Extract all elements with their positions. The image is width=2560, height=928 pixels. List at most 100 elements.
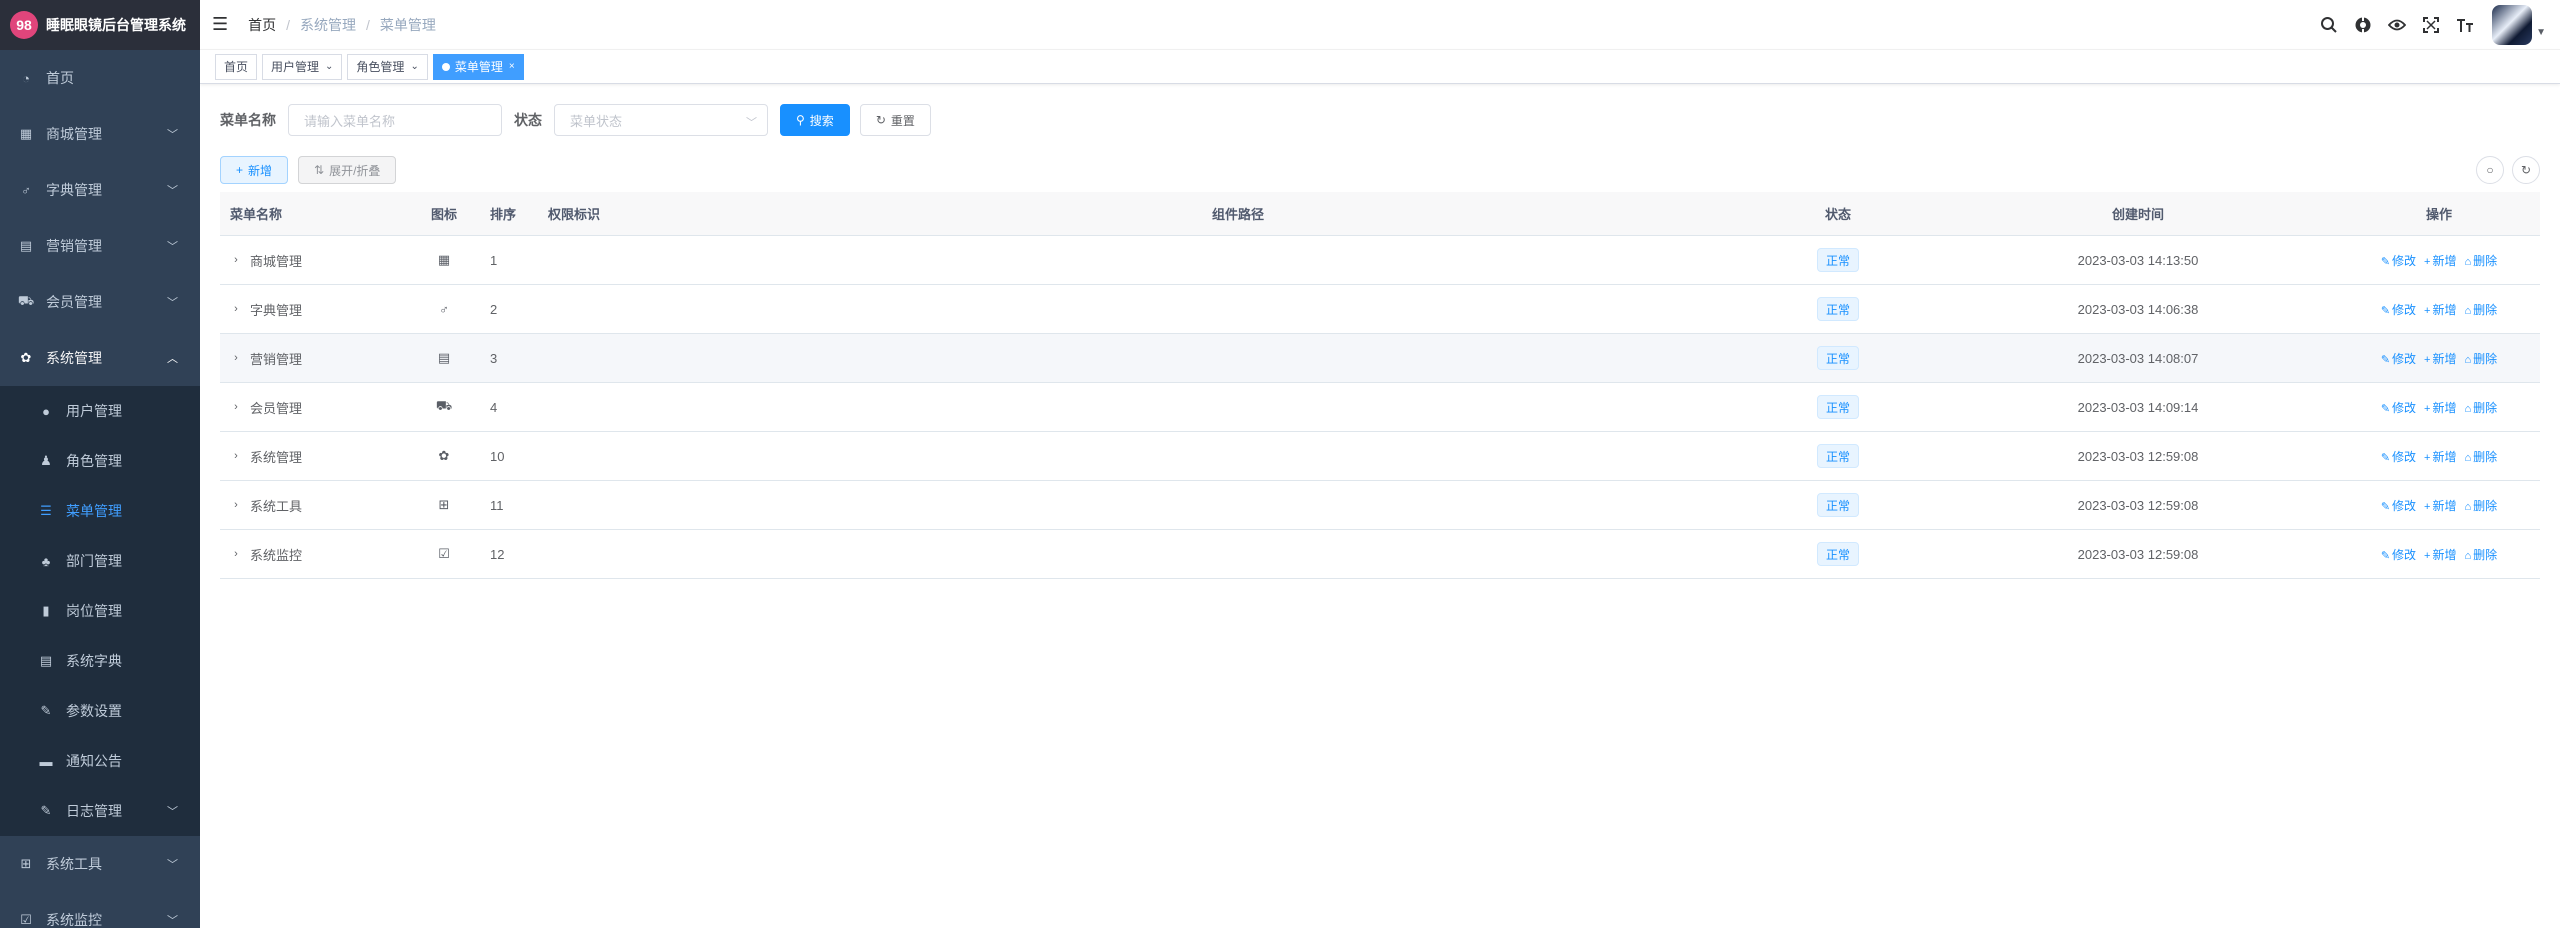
breadcrumb-current: 菜单管理 xyxy=(379,16,436,33)
delete-button[interactable]: ⌂ 删除 xyxy=(2465,448,2498,465)
chevron-right-icon[interactable]: › xyxy=(230,450,242,462)
edit-button[interactable]: ✎ 修改 xyxy=(2381,399,2416,416)
hamburger-icon[interactable]: ☰ xyxy=(212,14,228,35)
edit-button[interactable]: ✎ 修改 xyxy=(2381,350,2416,367)
github-icon[interactable] xyxy=(2346,8,2380,42)
bus-icon: ⛟ xyxy=(17,293,35,308)
breadcrumb-system: 系统管理 xyxy=(300,16,357,33)
add-button[interactable]: + 新增 xyxy=(220,156,289,184)
edit-button-label: 修改 xyxy=(2392,449,2417,464)
add-child-button[interactable]: + 新增 xyxy=(2424,350,2456,367)
chevron-down-icon[interactable]: ⌄ xyxy=(325,55,333,79)
delete-button-label: 删除 xyxy=(2473,498,2498,513)
bus-icon: ⛟ xyxy=(435,398,453,413)
close-icon[interactable]: × xyxy=(509,55,515,79)
font-size-icon[interactable] xyxy=(2448,8,2482,42)
chevron-right-icon[interactable]: › xyxy=(230,401,242,413)
add-child-button[interactable]: + 新增 xyxy=(2424,546,2456,563)
status-select[interactable]: 菜单状态 ﹀ xyxy=(554,104,768,136)
main-area: ☰ 首页 / 系统管理 / 菜单管理 ▼ 首页 用户管理 ⌄ 角色管理 ⌄ 菜单… xyxy=(200,0,2560,928)
chevron-right-icon[interactable]: › xyxy=(230,254,242,266)
menu-name-input[interactable]: 请输入菜单名称 xyxy=(288,104,502,136)
page-content: 菜单名称 请输入菜单名称 状态 菜单状态 ﹀ ⚲ 搜索 ↻ 重置 + 新增 ⇅ … xyxy=(200,84,2560,579)
edit-button[interactable]: ✎ 修改 xyxy=(2381,497,2416,514)
add-child-button[interactable]: + 新增 xyxy=(2424,301,2456,318)
delete-button[interactable]: ⌂ 删除 xyxy=(2465,546,2498,563)
cell-operations: ✎ 修改 + 新增 ⌂ 删除 xyxy=(2338,350,2540,367)
chevron-right-icon[interactable]: › xyxy=(230,352,242,364)
reset-button[interactable]: ↻ 重置 xyxy=(859,104,931,136)
sidebar-item[interactable]: ✿ 系统管理 ︿ xyxy=(0,330,200,386)
add-child-button[interactable]: + 新增 xyxy=(2424,252,2456,269)
cell-status: 正常 xyxy=(1738,542,1938,566)
dashboard-icon: ◔ xyxy=(22,70,30,86)
chevron-right-icon[interactable]: › xyxy=(230,303,242,315)
add-child-button[interactable]: + 新增 xyxy=(2424,448,2456,465)
eye-icon[interactable] xyxy=(2380,8,2414,42)
delete-button[interactable]: ⌂ 删除 xyxy=(2465,252,2498,269)
sidebar-item[interactable]: ⊞ 系统工具 ﹀ xyxy=(0,836,200,892)
sidebar-item[interactable]: ☑ 系统监控 ﹀ xyxy=(0,892,200,928)
trash-icon: ⌂ xyxy=(2464,500,2472,513)
search-button[interactable]: ⚲ 搜索 xyxy=(780,104,850,136)
refresh-button[interactable]: ↻ xyxy=(2512,156,2540,184)
breadcrumb-home[interactable]: 首页 xyxy=(248,15,276,35)
sidebar-item[interactable]: ◔ 首页 xyxy=(0,50,200,106)
sidebar-item[interactable]: ▤ 营销管理 ﹀ xyxy=(0,218,200,274)
tag-label: 菜单管理 xyxy=(454,59,503,74)
tag-view-item[interactable]: 菜单管理 × xyxy=(432,53,524,80)
logo-mark: 98 xyxy=(10,11,38,39)
sidebar-item-label: 系统工具 xyxy=(46,856,102,872)
search-form: 菜单名称 请输入菜单名称 状态 菜单状态 ﹀ ⚲ 搜索 ↻ 重置 xyxy=(220,104,2540,136)
sidebar-item[interactable]: ♂ 字典管理 ﹀ xyxy=(0,162,200,218)
sidebar-item[interactable]: ✎ 参数设置 xyxy=(0,686,200,736)
tool-icon: ⊞ xyxy=(20,856,32,871)
cell-icon: ▤ xyxy=(408,350,480,366)
delete-button[interactable]: ⌂ 删除 xyxy=(2465,399,2498,416)
header-order: 排序 xyxy=(490,207,517,222)
edit-icon: ✎ xyxy=(2380,451,2391,464)
add-child-button-label: 新增 xyxy=(2432,547,2457,562)
chevron-down-icon[interactable]: ⌄ xyxy=(410,55,418,79)
people-icon: ♟ xyxy=(40,453,52,468)
delete-button[interactable]: ⌂ 删除 xyxy=(2465,301,2498,318)
avatar[interactable] xyxy=(2492,5,2533,45)
tree-table-icon: ☰ xyxy=(40,503,52,518)
sidebar-item[interactable]: ▬ 通知公告 xyxy=(0,736,200,786)
edit-button[interactable]: ✎ 修改 xyxy=(2381,546,2416,563)
cell-order: 2 xyxy=(490,301,498,317)
caret-down-icon[interactable]: ▼ xyxy=(2536,27,2546,38)
sidebar-item[interactable]: ♟ 角色管理 xyxy=(0,436,200,486)
delete-button[interactable]: ⌂ 删除 xyxy=(2465,497,2498,514)
add-child-button[interactable]: + 新增 xyxy=(2424,497,2456,514)
chevron-right-icon[interactable]: › xyxy=(230,548,242,560)
sidebar-item[interactable]: ☰ 菜单管理 xyxy=(0,486,200,536)
tag-view-item[interactable]: 用户管理 ⌄ xyxy=(262,53,343,80)
sidebar-item-label: 菜单管理 xyxy=(66,503,122,519)
edit-button[interactable]: ✎ 修改 xyxy=(2381,252,2416,269)
logo[interactable]: 98 睡眠眼镜后台管理系统 xyxy=(0,0,200,50)
toggle-search-button[interactable]: ○ xyxy=(2476,156,2504,184)
tag-view-item[interactable]: 角色管理 ⌄ xyxy=(347,53,428,80)
grid-icon: ▦ xyxy=(437,252,451,267)
edit-button[interactable]: ✎ 修改 xyxy=(2381,301,2416,318)
menu-name: 营销管理 xyxy=(250,351,303,367)
tag-view-item[interactable]: 首页 xyxy=(215,53,258,80)
sidebar-item[interactable]: ▦ 商城管理 ﹀ xyxy=(0,106,200,162)
search-icon[interactable] xyxy=(2312,8,2346,42)
sidebar-item-label: 通知公告 xyxy=(66,753,122,769)
sidebar-item[interactable]: ⛟ 会员管理 ﹀ xyxy=(0,274,200,330)
sidebar-item[interactable]: ● 用户管理 xyxy=(0,386,200,436)
chevron-right-icon[interactable]: › xyxy=(230,499,242,511)
sidebar-item[interactable]: ♣ 部门管理 xyxy=(0,536,200,586)
edit-button[interactable]: ✎ 修改 xyxy=(2381,448,2416,465)
fullscreen-icon[interactable] xyxy=(2414,8,2448,42)
sidebar-item[interactable]: ▤ 系统字典 xyxy=(0,636,200,686)
add-child-button[interactable]: + 新增 xyxy=(2424,399,2456,416)
expand-collapse-button[interactable]: ⇅ 展开/折叠 xyxy=(298,156,397,184)
sidebar-item[interactable]: ✎ 日志管理 ﹀ xyxy=(0,786,200,836)
sidebar-item[interactable]: ▮ 岗位管理 xyxy=(0,586,200,636)
delete-button[interactable]: ⌂ 删除 xyxy=(2465,350,2498,367)
plus-icon: + xyxy=(2424,500,2431,513)
header-name: 菜单名称 xyxy=(230,207,283,222)
